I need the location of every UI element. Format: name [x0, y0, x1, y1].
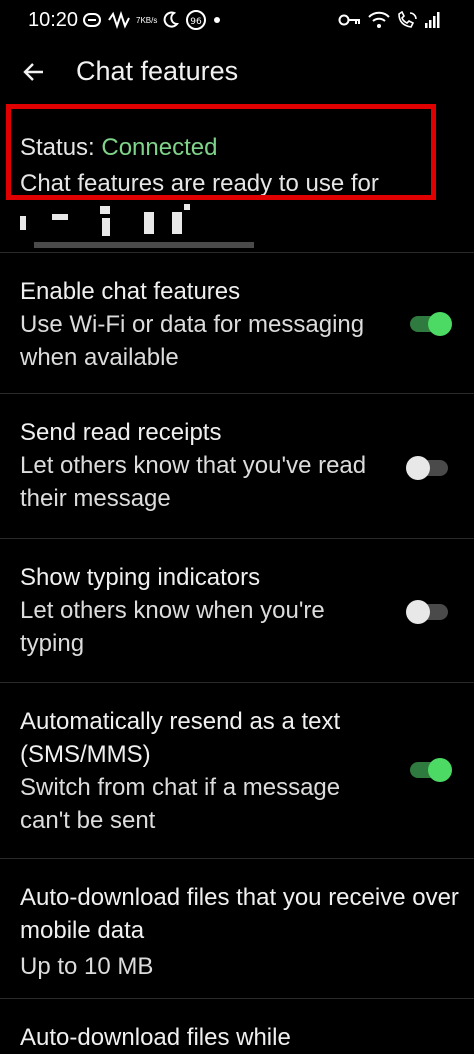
status-time: 10:20 [28, 9, 79, 31]
status-bar: 10:20 7 KB/s 96 [0, 0, 474, 40]
wifi-icon [368, 11, 390, 29]
setting-row-send-read-receipts[interactable]: Send read receipts Let others know that … [0, 393, 474, 538]
dot-icon [213, 16, 221, 24]
key-icon [338, 12, 362, 28]
setting-row-auto-download-mobile-data[interactable]: Auto-download files that you receive ove… [0, 858, 474, 998]
setting-row-auto-download-while[interactable]: Auto-download files while [0, 998, 474, 1053]
back-button[interactable] [14, 54, 54, 94]
toggle-switch[interactable] [406, 456, 448, 480]
setting-title: Send read receipts [20, 419, 222, 446]
setting-row-show-typing-indicators[interactable]: Show typing indicators Let others know w… [0, 538, 474, 682]
redacted-phone-number [20, 204, 254, 250]
arrow-left-icon [21, 59, 47, 90]
page-title: Chat features [76, 56, 239, 86]
setting-title: Auto-download files that you receive ove… [20, 884, 459, 944]
highlight-box [6, 104, 436, 200]
wifi-calling-icon [396, 11, 418, 29]
setting-subtitle: Let others know that you've read their m… [20, 452, 367, 512]
setting-subtitle: Let others know when you're typing [20, 597, 325, 657]
setting-row-enable-chat-features[interactable]: Enable chat features Use Wi-Fi or data f… [0, 252, 474, 393]
setting-title: Enable chat features [20, 278, 241, 305]
toggle-switch[interactable] [406, 600, 448, 624]
pulse-icon [108, 10, 130, 30]
speed-indicator: 7 KB/s [136, 16, 157, 25]
setting-subtitle: Up to 10 MB [20, 953, 154, 980]
speed-unit: KB/s [140, 15, 158, 25]
setting-subtitle: Switch from chat if a message can't be s… [20, 774, 341, 834]
moon-icon [163, 11, 180, 29]
status-right-icons [338, 9, 440, 31]
toggle-switch[interactable] [410, 758, 452, 782]
status-left-icons: 7 KB/s 96 [82, 8, 221, 32]
setting-title: Auto-download files while [20, 1024, 291, 1051]
toggle-switch[interactable] [410, 312, 452, 336]
status-section: Status: Connected Chat features are read… [0, 104, 474, 252]
setting-subtitle: Use Wi-Fi or data for messaging when ava… [20, 311, 365, 371]
setting-row-auto-resend-as-text[interactable]: Automatically resend as a text (SMS/MMS)… [0, 682, 474, 858]
signal-icon [424, 11, 440, 29]
battery-badge-icon: 96 [185, 9, 207, 31]
setting-title: Automatically resend as a text (SMS/MMS) [20, 708, 341, 768]
app-bar: Chat features [0, 44, 474, 102]
setting-title: Show typing indicators [20, 564, 261, 591]
message-icon [82, 10, 102, 30]
battery-value: 96 [191, 17, 203, 27]
